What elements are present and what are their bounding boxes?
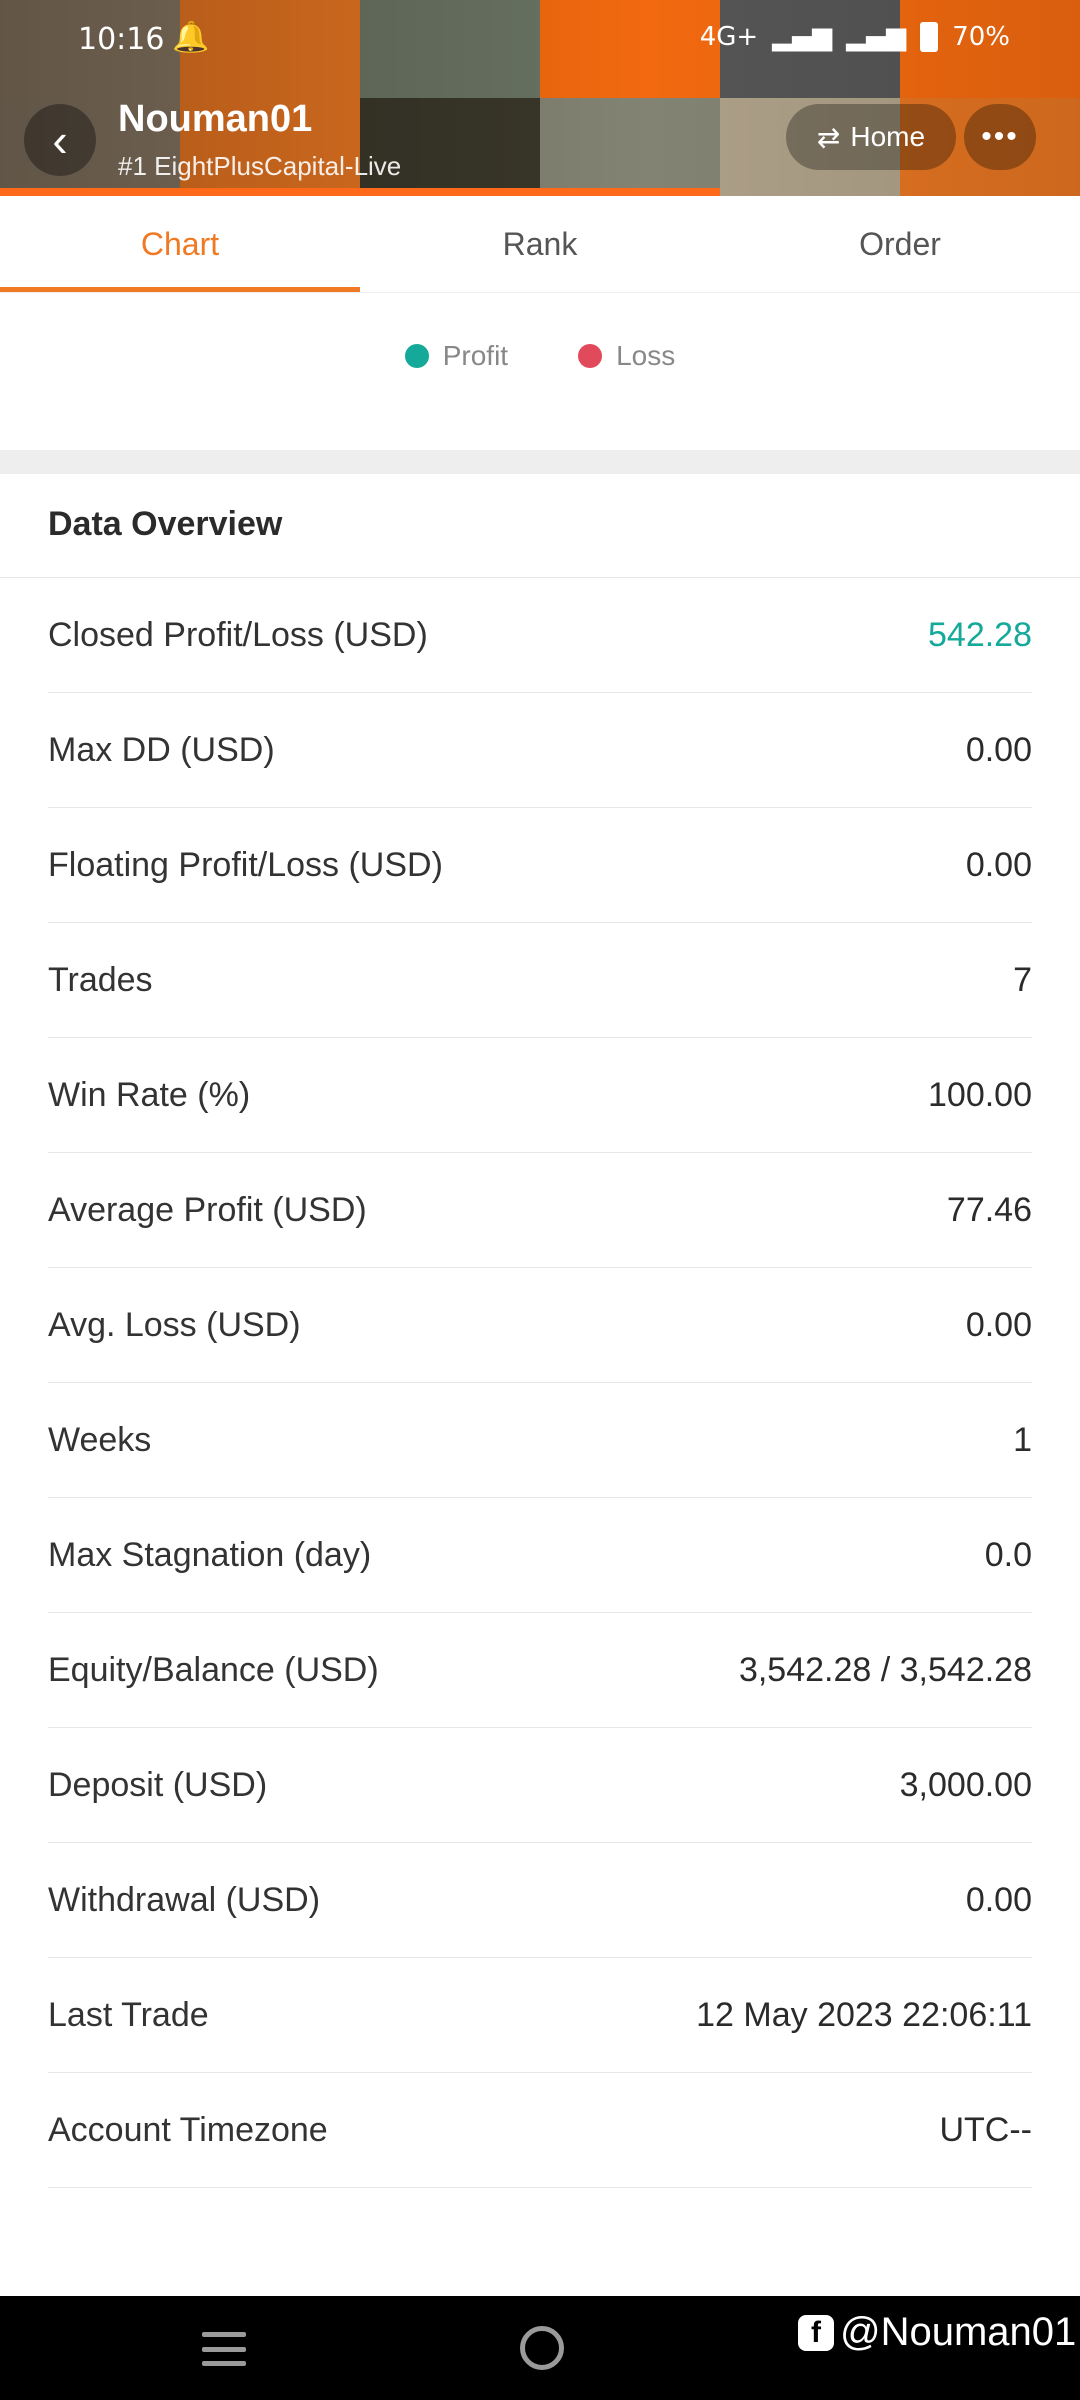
row-label: Equity/Balance (USD) (48, 1650, 379, 1689)
row-label: Account Timezone (48, 2110, 328, 2149)
row-value: 3,000.00 (899, 1765, 1032, 1804)
list-item: Equity/Balance (USD) 3,542.28 / 3,542.28 (48, 1613, 1032, 1728)
status-time: 10:16 (78, 22, 165, 57)
row-label: Max Stagnation (day) (48, 1535, 372, 1574)
legend-profit[interactable]: Profit (404, 340, 509, 372)
list-item: Floating Profit/Loss (USD) 0.00 (48, 808, 1032, 923)
list-item: Win Rate (%) 100.00 (48, 1038, 1032, 1153)
signal-icon: ▂▄▆ (772, 22, 833, 52)
facebook-icon: f (798, 2314, 834, 2351)
network-type: 4G+ (699, 22, 759, 52)
list-item: Weeks 1 (48, 1383, 1032, 1498)
list-item: Average Profit (USD) 77.46 (48, 1153, 1032, 1268)
list-item: Deposit (USD) 3,000.00 (48, 1728, 1032, 1843)
row-label: Withdrawal (USD) (48, 1880, 321, 1919)
home-button[interactable]: ⇄ Home (786, 104, 956, 170)
section-title: Data Overview (48, 505, 283, 543)
row-value: UTC-- (939, 2110, 1032, 2149)
back-button[interactable]: ‹ (24, 104, 96, 176)
account-name: Nouman01 (118, 98, 313, 140)
signal-icon: ▂▄▆ (846, 22, 907, 52)
chart-legend: Profit Loss (0, 340, 1080, 372)
recent-apps-icon[interactable] (202, 2332, 246, 2366)
profit-dot-icon (404, 344, 429, 368)
row-label: Deposit (USD) (48, 1765, 268, 1804)
list-item: Trades 7 (48, 923, 1032, 1038)
row-value: 0.00 (965, 1305, 1032, 1344)
account-subtitle: #1 EightPlusCapital-Live (118, 151, 402, 181)
watermark: f @Nouman01 (798, 2310, 1076, 2355)
list-item: Closed Profit/Loss (USD) 542.28 (48, 578, 1032, 693)
list-item: Last Trade 12 May 2023 22:06:11 (48, 1958, 1032, 2073)
account-title-block: Nouman01 #1 EightPlusCapital-Live (118, 98, 401, 182)
header-underline (0, 188, 720, 196)
row-value: 1 (1013, 1420, 1032, 1459)
row-label: Trades (48, 960, 153, 999)
loss-dot-icon (578, 344, 603, 368)
more-button[interactable]: ••• (964, 104, 1036, 170)
row-value: 12 May 2023 22:06:11 (696, 1995, 1032, 2034)
row-label: Floating Profit/Loss (USD) (48, 845, 443, 884)
row-value: 7 (1013, 960, 1032, 999)
watermark-text: @Nouman01 (840, 2310, 1077, 2354)
list-item: Max Stagnation (day) 0.0 (48, 1498, 1032, 1613)
swap-icon: ⇄ (816, 121, 841, 153)
notification-bell-icon: 🔔 (172, 20, 210, 55)
row-label: Weeks (48, 1420, 152, 1459)
status-indicators: 4G+ ▂▄▆ ▂▄▆ 70% (700, 22, 1010, 52)
tab-chart[interactable]: Chart (0, 196, 360, 292)
list-item: Max DD (USD) 0.00 (48, 693, 1032, 808)
tab-bar: Chart Rank Order (0, 196, 1080, 293)
section-separator (0, 450, 1080, 474)
legend-loss-label: Loss (616, 340, 676, 371)
overview-list: Closed Profit/Loss (USD) 542.28 Max DD (U… (48, 578, 1032, 2188)
list-item: Avg. Loss (USD) 0.00 (48, 1268, 1032, 1383)
row-label: Win Rate (%) (48, 1075, 251, 1114)
status-bar: 10:16 🔔 4G+ ▂▄▆ ▂▄▆ 70% (0, 0, 1080, 80)
list-item: Withdrawal (USD) 0.00 (48, 1843, 1032, 1958)
row-label: Last Trade (48, 1995, 209, 2034)
profile-header: 10:16 🔔 4G+ ▂▄▆ ▂▄▆ 70% ‹ Nouman01 #1 Ei… (0, 0, 1080, 196)
row-value: 3,542.28 / 3,542.28 (738, 1650, 1032, 1689)
tab-rank[interactable]: Rank (360, 196, 720, 292)
row-label: Average Profit (USD) (48, 1190, 367, 1229)
chevron-left-icon: ‹ (52, 114, 68, 166)
legend-profit-label: Profit (442, 340, 509, 371)
row-value: 77.46 (946, 1190, 1032, 1229)
row-value: 0.00 (965, 1880, 1032, 1919)
legend-loss[interactable]: Loss (578, 340, 675, 372)
row-value: 0.0 (984, 1535, 1032, 1574)
row-label: Closed Profit/Loss (USD) (48, 615, 428, 654)
row-label: Avg. Loss (USD) (48, 1305, 301, 1344)
home-circle-icon[interactable] (520, 2326, 564, 2370)
battery-icon (920, 22, 939, 52)
tab-order[interactable]: Order (720, 196, 1080, 292)
row-value: 0.00 (965, 730, 1032, 769)
row-value: 0.00 (965, 845, 1032, 884)
list-item: Account Timezone UTC-- (48, 2073, 1032, 2188)
row-value: 542.28 (928, 615, 1032, 654)
more-icon: ••• (981, 120, 1019, 153)
row-label: Max DD (USD) (48, 730, 275, 769)
row-value: 100.00 (928, 1075, 1032, 1114)
battery-percent: 70% (952, 22, 1010, 52)
home-label: Home (850, 121, 926, 152)
